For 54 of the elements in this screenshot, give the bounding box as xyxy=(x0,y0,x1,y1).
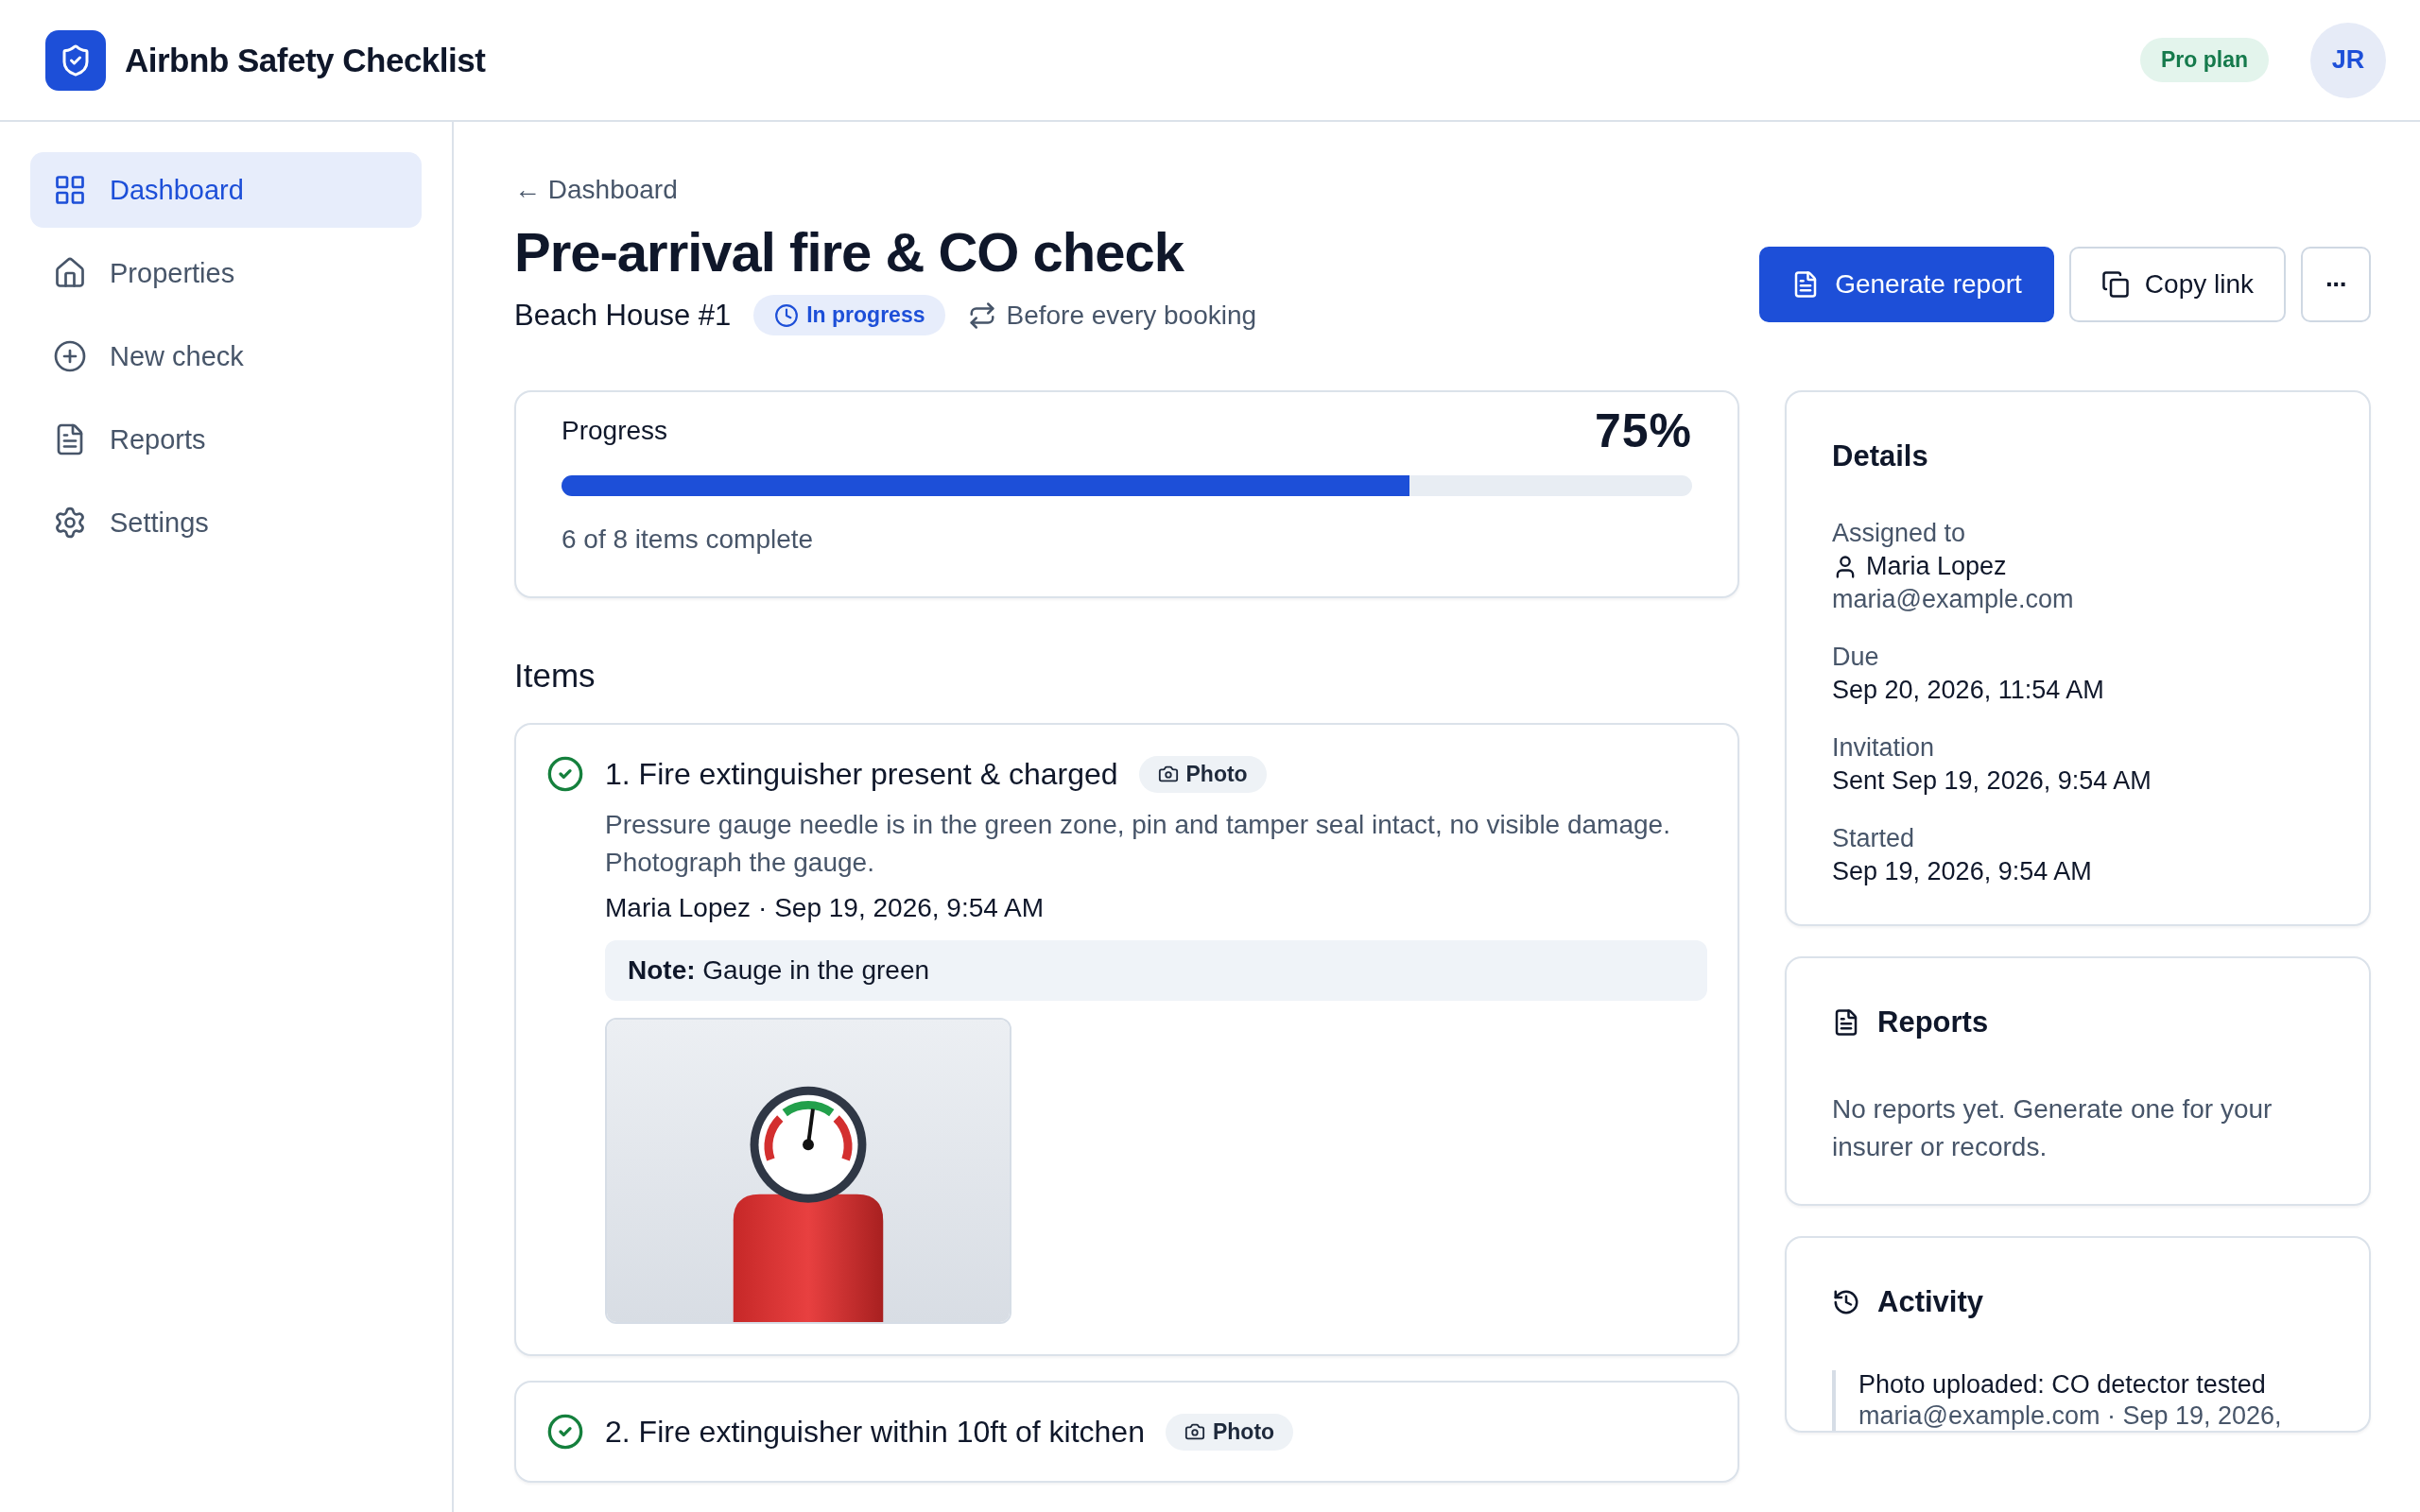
home-icon xyxy=(53,256,87,290)
repeat-icon xyxy=(968,301,997,330)
empty-reports-text: No reports yet. Generate one for your insurer or records. xyxy=(1832,1093,2273,1163)
dashboard-icon xyxy=(53,173,87,207)
activity-title: Photo uploaded: CO detector tested xyxy=(1858,1370,2267,1400)
camera-icon xyxy=(1184,1421,1205,1442)
page-title: Pre-arrival fire & CO check xyxy=(514,220,1185,284)
field-value: Sep 19, 2026, 9:54 AM xyxy=(1832,857,2092,886)
plan-badge: Pro plan xyxy=(2140,38,2269,82)
card-heading: Activity xyxy=(1877,1285,1983,1319)
item-note: Note: Gauge in the green xyxy=(605,940,1707,1001)
status-badge: In progress xyxy=(753,295,946,335)
sidebar-item[interactable]: Reports xyxy=(30,402,422,477)
field-label: Assigned to xyxy=(1832,519,1967,548)
history-icon xyxy=(1832,1288,1860,1316)
item-title: 1. Fire extinguisher present & charged xyxy=(605,756,1118,792)
sidebar-item[interactable]: New check xyxy=(30,318,422,394)
progress-label: Progress xyxy=(562,416,668,446)
item-time: · Sep 19, 2026, 9:54 AM xyxy=(758,893,1045,923)
field-label: Invitation xyxy=(1832,733,1936,763)
field-email: maria@example.com xyxy=(1832,585,2075,614)
sidebar-item[interactable]: Settings xyxy=(30,485,422,560)
card-heading: Reports xyxy=(1877,1005,1989,1040)
progress-percent: 75% xyxy=(1594,404,1692,458)
sidebar-item[interactable]: Properties xyxy=(30,235,422,311)
photo-tag: Photo xyxy=(1138,755,1267,793)
card-heading: Details xyxy=(1832,439,1929,473)
field-value: Sep 20, 2026, 11:54 AM xyxy=(1832,676,2104,705)
schedule-text: Before every booking xyxy=(1006,300,1257,331)
copy-link-button[interactable]: Copy link xyxy=(2068,247,2286,322)
activity-meta: maria@example.com · Sep 19, 2026, xyxy=(1858,1401,2283,1431)
clock-icon xyxy=(774,302,800,328)
app-title: Airbnb Safety Checklist xyxy=(125,41,487,79)
photo-tag: Photo xyxy=(1165,1413,1294,1451)
field-label: Due xyxy=(1832,643,1880,672)
item-author: Maria Lopez xyxy=(605,893,752,923)
item-title: 2. Fire extinguisher within 10ft of kitchen xyxy=(605,1414,1145,1450)
field-value: Maria Lopez xyxy=(1866,552,2007,581)
progress-summary: 6 of 8 items complete xyxy=(562,524,815,555)
copy-icon xyxy=(2100,270,2130,299)
sidebar-item[interactable]: Dashboard xyxy=(30,152,422,228)
user-avatar[interactable]: JR xyxy=(2310,22,2386,98)
generate-report-button[interactable]: Generate report xyxy=(1759,247,2054,322)
more-button[interactable]: ··· xyxy=(2301,247,2371,322)
logo-icon xyxy=(45,29,106,91)
settings-icon xyxy=(53,506,87,540)
back-link[interactable]: ← Dashboard xyxy=(514,175,678,204)
camera-icon xyxy=(1157,764,1179,784)
item-description: Pressure gauge needle is in the green zone, pin and tamper seal intact, no visible damage. Photograph the gauge. xyxy=(605,809,1671,879)
property-name: Beach House #1 xyxy=(514,298,732,333)
section-heading: Items xyxy=(514,657,596,695)
plus-circle-icon xyxy=(53,339,87,373)
field-value: Sent Sep 19, 2026, 9:54 AM xyxy=(1832,766,2152,796)
field-label: Started xyxy=(1832,824,1916,853)
